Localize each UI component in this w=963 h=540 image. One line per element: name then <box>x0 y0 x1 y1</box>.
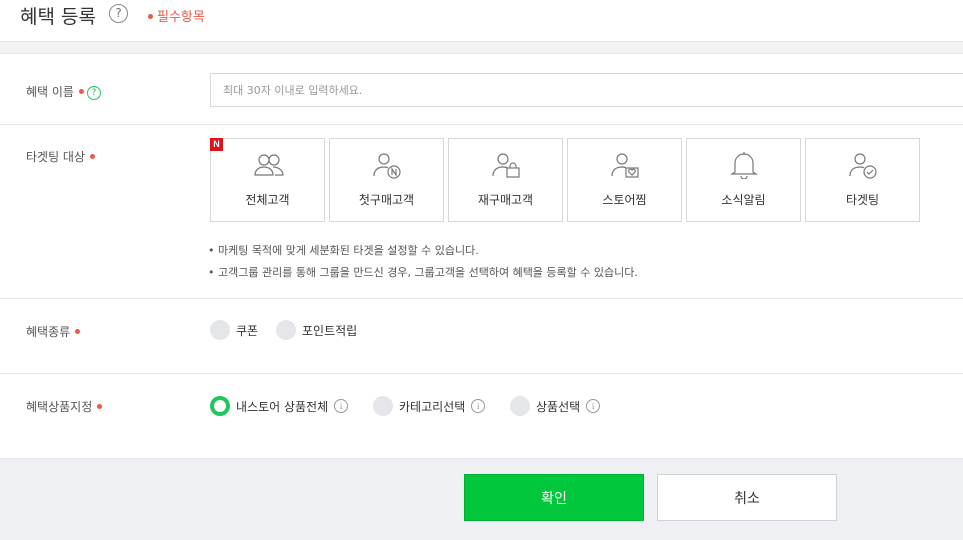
target-card-all-customers[interactable]: 전체고객 <box>210 138 325 222</box>
radio-label: 카테고리선택 <box>399 399 466 414</box>
radio-all-products[interactable]: 내스토어 상품전체 i <box>210 396 349 416</box>
info-icon[interactable]: i <box>471 399 486 413</box>
required-dot <box>148 14 153 19</box>
benefit-type-label-text: 혜택종류 <box>26 325 71 339</box>
target-card-label: 전체고객 <box>245 193 290 207</box>
radio-point[interactable]: 포인트적립 <box>276 320 357 340</box>
benefit-name-label-text: 혜택 이름 <box>26 85 74 99</box>
divider <box>0 298 963 299</box>
target-card-label: 소식알림 <box>721 193 766 207</box>
required-dot <box>97 404 103 409</box>
required-dot <box>78 89 84 94</box>
bell-icon <box>730 152 758 179</box>
target-card-notification[interactable]: 소식알림 <box>686 138 801 222</box>
required-dot <box>90 154 96 159</box>
radio-button[interactable] <box>210 320 230 340</box>
radio-label: 상품선택 <box>536 399 581 414</box>
cancel-button[interactable]: 취소 <box>657 474 837 521</box>
benefit-name-input[interactable] <box>210 73 963 107</box>
benefit-product-label: 혜택상품지정 <box>26 398 103 415</box>
radio-button[interactable] <box>210 396 230 416</box>
user-check-icon <box>849 153 877 179</box>
target-card-store-fav[interactable]: 스토어찜 <box>567 138 682 222</box>
info-icon[interactable]: i <box>334 399 349 413</box>
target-card-label: 재구매고객 <box>477 193 534 207</box>
page-header: 혜택 등록 ? 필수항목 <box>0 0 963 42</box>
target-card-repurchase[interactable]: 재구매고객 <box>448 138 563 222</box>
required-dot <box>75 329 81 334</box>
benefit-product-label-text: 혜택상품지정 <box>26 400 93 414</box>
radio-button[interactable] <box>276 320 296 340</box>
targeting-label: 타겟팅 대상 <box>26 148 96 165</box>
radio-label: 내스토어 상품전체 <box>236 399 329 414</box>
user-bag-icon <box>492 153 520 178</box>
question-circle-icon[interactable]: ? <box>109 4 128 23</box>
radio-label: 포인트적립 <box>302 323 358 338</box>
radio-coupon[interactable]: 쿠폰 <box>210 320 258 340</box>
required-note: 필수항목 <box>148 6 205 25</box>
target-card-label: 타겟팅 <box>845 193 880 207</box>
footer: 확인 취소 <box>0 458 963 540</box>
target-card-first-purchase[interactable]: 첫구매고객 <box>329 138 444 222</box>
radio-category[interactable]: 카테고리선택 i <box>373 396 486 416</box>
info-icon[interactable]: i <box>586 399 601 413</box>
radio-label: 쿠폰 <box>236 323 259 338</box>
new-badge: N <box>210 138 223 151</box>
question-circle-icon[interactable]: ? <box>86 85 101 100</box>
users-icon <box>254 154 284 176</box>
page-title: 혜택 등록 <box>20 6 96 28</box>
user-new-icon <box>373 153 401 179</box>
benefit-type-label: 혜택종류 <box>26 323 81 340</box>
header-gap <box>0 42 963 54</box>
benefit-name-label: 혜택 이름? <box>26 83 101 100</box>
radio-product[interactable]: 상품선택 i <box>510 396 601 416</box>
confirm-button[interactable]: 확인 <box>464 474 644 521</box>
divider <box>0 124 963 125</box>
target-card-label: 첫구매고객 <box>358 193 415 207</box>
divider <box>0 373 963 374</box>
targeting-note: • 마케팅 목적에 맞게 세분화된 타겟을 설정할 수 있습니다. <box>208 244 479 257</box>
radio-button[interactable] <box>510 396 530 416</box>
targeting-label-text: 타겟팅 대상 <box>26 150 86 164</box>
required-note-text: 필수항목 <box>157 10 205 25</box>
user-heart-icon <box>611 153 639 178</box>
target-card-label: 스토어찜 <box>602 193 647 207</box>
target-card-targeting[interactable]: 타겟팅 <box>805 138 920 222</box>
radio-button[interactable] <box>373 396 393 416</box>
targeting-note: • 고객그룹 관리를 통해 그룹을 만드신 경우, 그룹고객을 선택하여 혜택을… <box>208 266 638 279</box>
